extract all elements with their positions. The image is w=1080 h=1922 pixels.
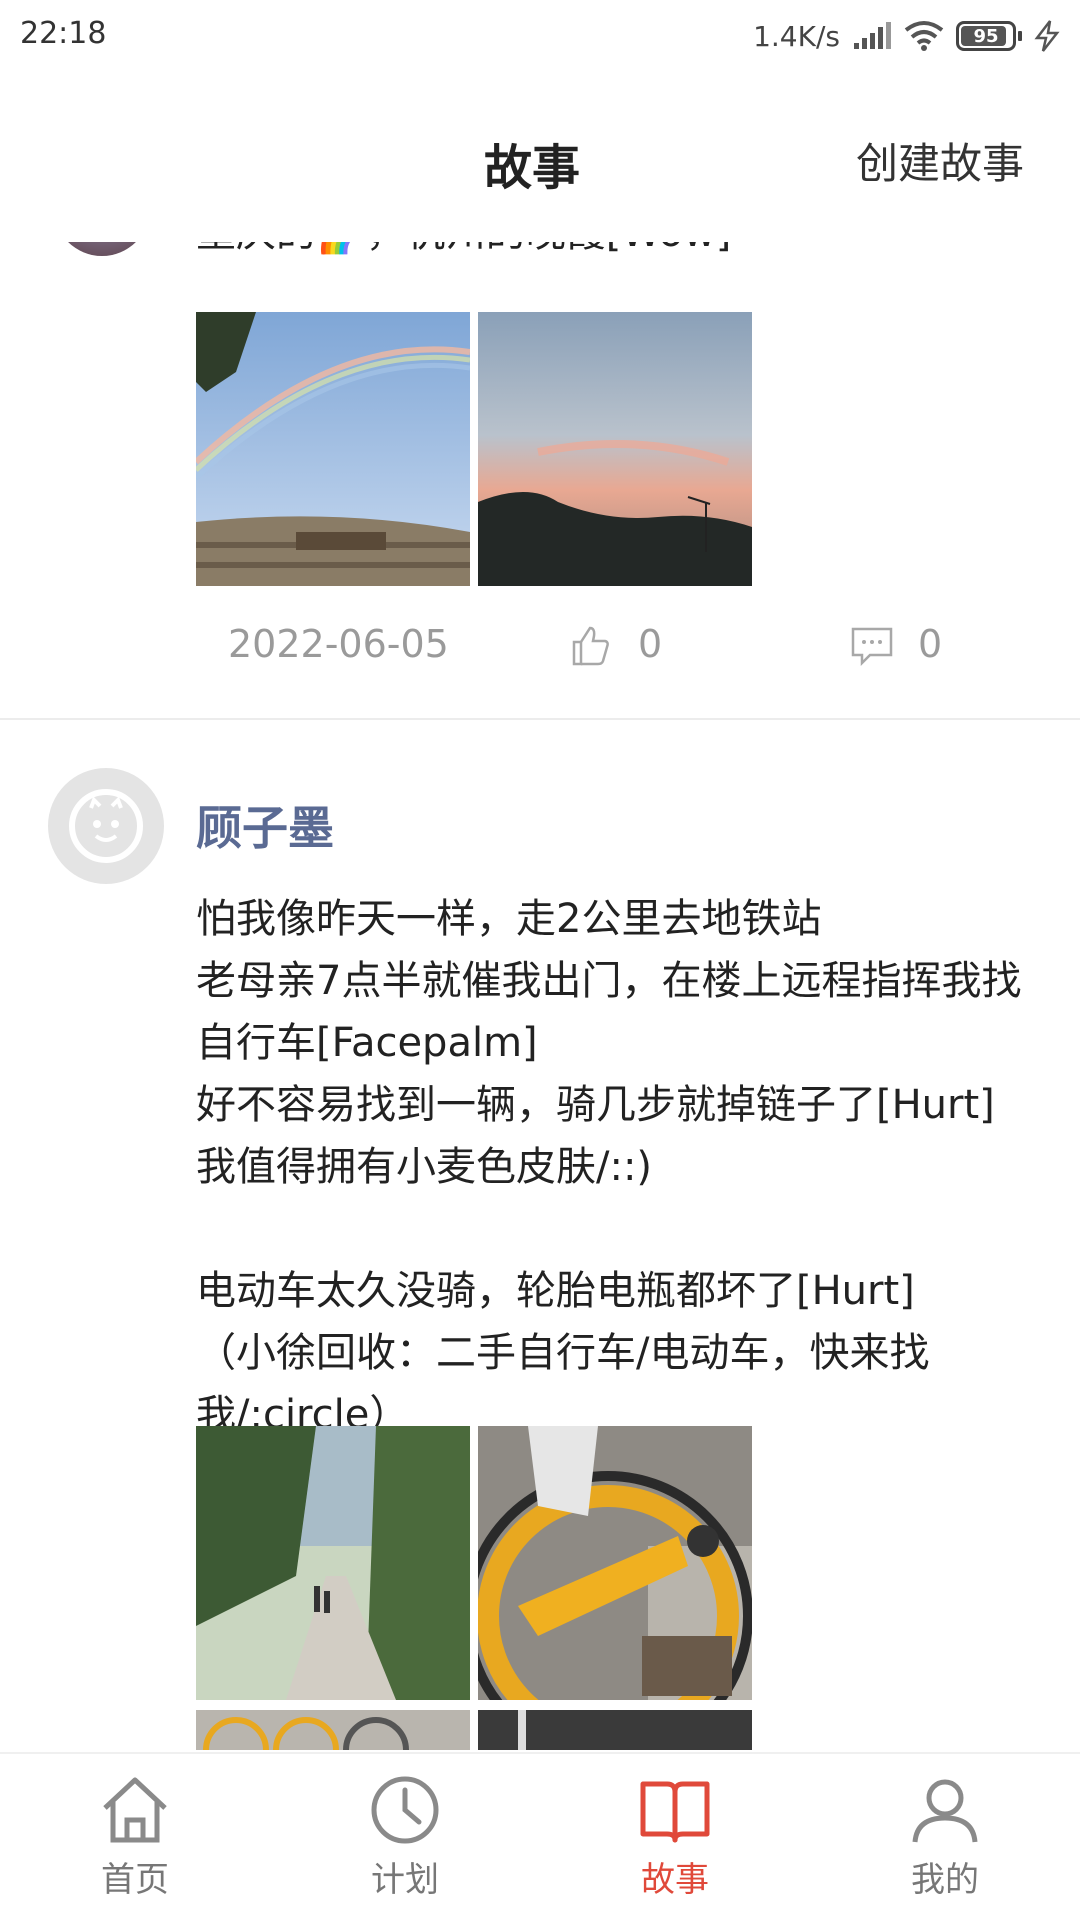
create-story-button[interactable]: 创建故事 — [856, 130, 1024, 191]
post-photo-sunset[interactable] — [478, 312, 752, 586]
book-icon — [640, 1781, 710, 1843]
status-time: 22:18 — [20, 16, 107, 51]
wifi-icon — [904, 21, 944, 51]
post-date: 2022-06-05 — [228, 622, 449, 666]
avatar[interactable] — [48, 768, 164, 884]
default-avatar-icon — [69, 789, 143, 863]
post-divider — [0, 718, 1080, 720]
post-photo-rainbow[interactable] — [196, 312, 470, 586]
comment-count: 0 — [918, 622, 943, 666]
nav-label: 我的 — [911, 1860, 979, 1900]
battery-level: 95 — [973, 25, 999, 47]
like-count: 0 — [638, 622, 663, 666]
nav-item-mine[interactable]: 我的 — [810, 1754, 1080, 1922]
nav-label: 故事 — [641, 1860, 709, 1900]
comment-icon[interactable] — [850, 626, 894, 666]
top-header: 故事 创建故事 — [0, 72, 1080, 242]
post-photo-bikes-row[interactable] — [196, 1710, 470, 1750]
nav-item-home[interactable]: 首页 — [0, 1754, 270, 1922]
bottom-nav: 首页 计划 故事 我的 — [0, 1752, 1080, 1922]
home-icon — [103, 1777, 167, 1843]
network-speed: 1.4K/s — [753, 19, 840, 53]
charging-icon — [1034, 20, 1060, 52]
person-icon — [912, 1779, 978, 1843]
status-icons: 1.4K/s 95 — [753, 14, 1060, 58]
status-bar: 22:18 1.4K/s 95 — [0, 0, 1080, 72]
like-icon[interactable] — [568, 624, 612, 668]
post-photo-road[interactable] — [478, 1710, 752, 1750]
post-author[interactable]: 顾子墨 — [196, 792, 334, 858]
post-photo-bicycle[interactable] — [478, 1426, 752, 1700]
nav-item-story[interactable]: 故事 — [540, 1754, 810, 1922]
nav-item-plan[interactable]: 计划 — [270, 1754, 540, 1922]
clock-icon — [371, 1776, 439, 1844]
battery-icon: 95 — [956, 21, 1022, 51]
post-photo-sidewalk[interactable] — [196, 1426, 470, 1700]
story-feed[interactable]: 重庆的🌈，杭州的晚霞[Wow] — [0, 200, 1080, 1750]
post-text: 怕我像昨天一样，走2公里去地铁站 老母亲7点半就催我出门，在楼上远程指挥我找自行… — [196, 896, 1022, 1438]
nav-label: 首页 — [101, 1860, 169, 1900]
signal-icon — [854, 22, 891, 49]
nav-label: 计划 — [371, 1860, 439, 1900]
